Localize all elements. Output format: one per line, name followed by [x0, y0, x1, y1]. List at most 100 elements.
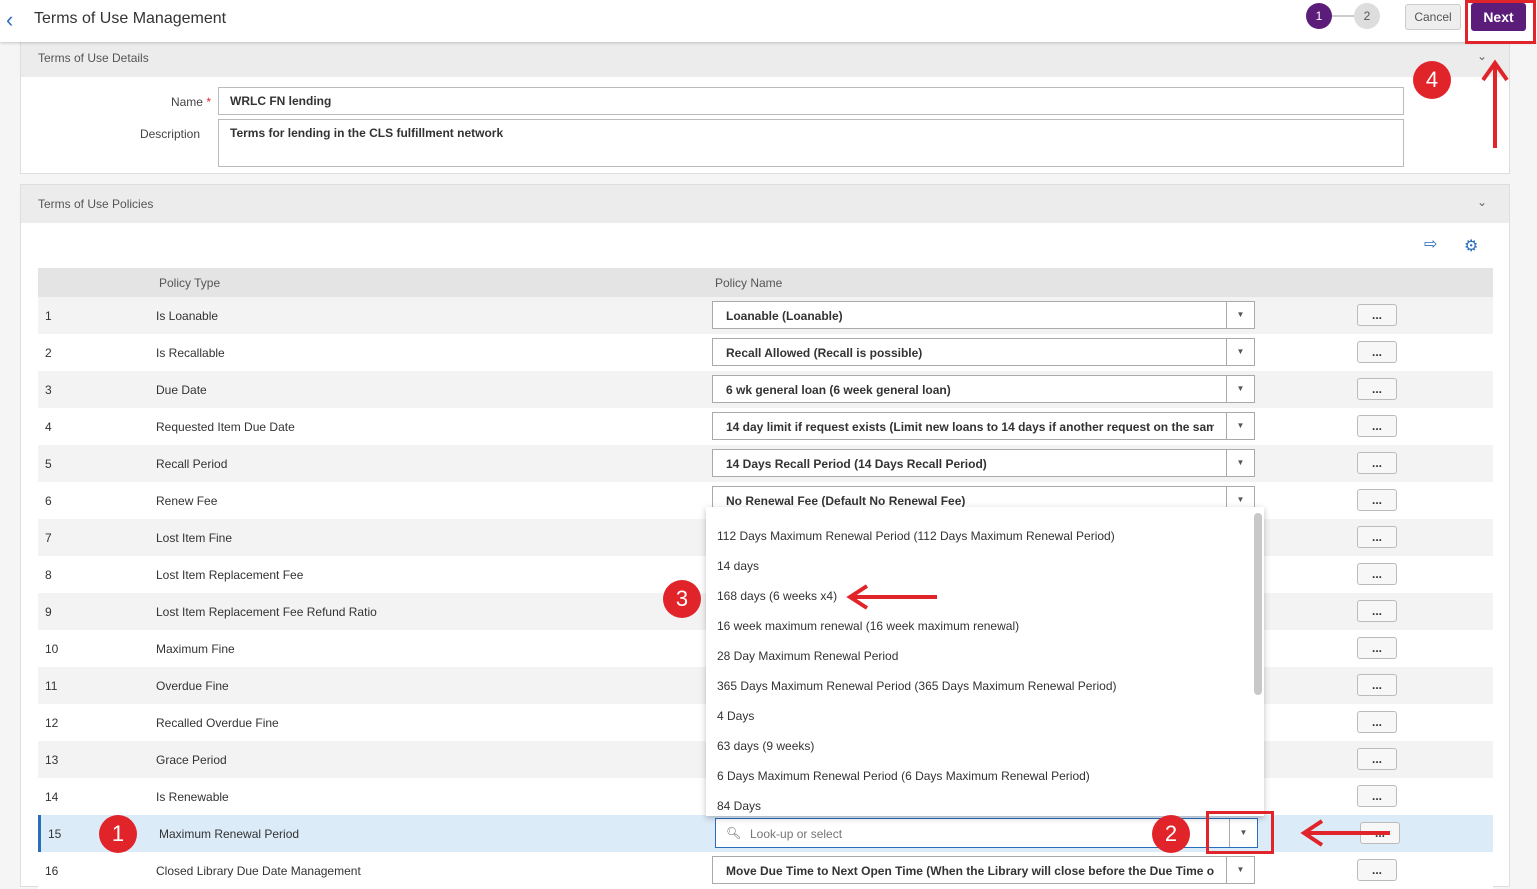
more-actions-button[interactable]: ... — [1357, 563, 1397, 585]
annotation-badge-2: 2 — [1152, 815, 1190, 853]
annotation-arrow-left-icon — [1300, 819, 1390, 847]
row-number: 2 — [45, 346, 52, 360]
step-1-indicator[interactable]: 1 — [1306, 3, 1332, 29]
description-label: Description — [139, 127, 200, 141]
table-row: 2 Is Recallable Recall Allowed (Recall i… — [38, 334, 1493, 371]
row-number: 7 — [45, 531, 52, 545]
dropdown-option[interactable]: 28 Day Maximum Renewal Period — [717, 649, 898, 663]
caret-down-icon[interactable]: ▼ — [1226, 413, 1254, 439]
name-label: Name * — [170, 95, 211, 109]
row-number: 12 — [45, 716, 59, 730]
policies-table-header: Policy Type Policy Name — [38, 268, 1493, 297]
policy-type: Closed Library Due Date Management — [156, 864, 361, 878]
details-panel-header[interactable]: Terms of Use Details ⌄ — [21, 39, 1509, 77]
policy-name-select[interactable]: Recall Allowed (Recall is possible) ▼ — [712, 338, 1255, 366]
row-number: 16 — [45, 864, 59, 878]
policy-name-value: No Renewal Fee (Default No Renewal Fee) — [726, 494, 966, 508]
more-actions-button[interactable]: ... — [1357, 748, 1397, 770]
dropdown-option[interactable]: 6 Days Maximum Renewal Period (6 Days Ma… — [717, 769, 1090, 783]
highlight-box-caret — [1206, 811, 1274, 854]
policy-name-value: 6 wk general loan (6 week general loan) — [726, 383, 951, 397]
gear-icon[interactable]: ⚙ — [1464, 236, 1478, 256]
more-actions-button[interactable]: ... — [1357, 637, 1397, 659]
annotation-badge-4: 4 — [1413, 61, 1451, 99]
table-row: 1 Is Loanable Loanable (Loanable) ▼ ... — [38, 297, 1493, 334]
dropdown-scrollbar[interactable] — [1254, 513, 1262, 695]
dropdown-option[interactable]: 63 days (9 weeks) — [717, 739, 814, 753]
caret-down-icon[interactable]: ▼ — [1226, 339, 1254, 365]
policy-name-select[interactable]: Move Due Time to Next Open Time (When th… — [712, 856, 1255, 884]
policy-name-select[interactable]: 14 Days Recall Period (14 Days Recall Pe… — [712, 449, 1255, 477]
policies-panel-header[interactable]: Terms of Use Policies ⌄ — [21, 185, 1509, 223]
row-number: 14 — [45, 790, 59, 804]
caret-down-icon[interactable]: ▼ — [1226, 376, 1254, 402]
table-row: 16 Closed Library Due Date Management Mo… — [38, 852, 1493, 889]
row-number: 9 — [45, 605, 52, 619]
wizard-stepper: 1 2 — [1306, 3, 1380, 29]
col-policy-name: Policy Name — [715, 276, 783, 290]
caret-down-icon[interactable]: ▼ — [1226, 450, 1254, 476]
more-actions-button[interactable]: ... — [1357, 378, 1397, 400]
highlight-box-next — [1465, 0, 1536, 44]
row-number: 11 — [45, 679, 58, 693]
row-number: 8 — [45, 568, 52, 582]
cancel-button[interactable]: Cancel — [1405, 4, 1461, 30]
row-number: 13 — [45, 753, 59, 767]
dropdown-option[interactable]: 112 Days Maximum Renewal Period (112 Day… — [717, 529, 1115, 543]
annotation-arrow-up-icon — [1481, 59, 1509, 148]
page-title: Terms of Use Management — [34, 10, 227, 27]
more-actions-button[interactable]: ... — [1357, 600, 1397, 622]
more-actions-button[interactable]: ... — [1357, 415, 1397, 437]
policy-name-select[interactable]: Loanable (Loanable) ▼ — [712, 301, 1255, 329]
caret-down-icon[interactable]: ▼ — [1226, 302, 1254, 328]
more-actions-button[interactable]: ... — [1357, 785, 1397, 807]
policy-type: Renew Fee — [156, 494, 218, 508]
more-actions-button[interactable]: ... — [1357, 711, 1397, 733]
header-bar: ‹ Terms of Use Management 1 2 Cancel Nex… — [0, 0, 1537, 42]
dropdown-option[interactable]: 365 Days Maximum Renewal Period (365 Day… — [717, 679, 1117, 693]
back-arrow-icon[interactable]: ‹ — [6, 8, 26, 32]
policy-lookup-input[interactable] — [748, 824, 1188, 844]
policy-name-select[interactable]: 14 day limit if request exists (Limit ne… — [712, 412, 1255, 440]
export-icon[interactable]: ⇨ — [1424, 234, 1437, 254]
row-number: 4 — [45, 420, 52, 434]
row-number: 3 — [45, 383, 52, 397]
col-policy-type: Policy Type — [159, 276, 221, 290]
description-field[interactable]: Terms for lending in the CLS fulfillment… — [218, 119, 1404, 167]
more-actions-button[interactable]: ... — [1357, 489, 1397, 511]
table-row: 5 Recall Period 14 Days Recall Period (1… — [38, 445, 1493, 482]
policy-type: Lost Item Replacement Fee Refund Ratio — [156, 605, 377, 619]
policy-name-select[interactable]: 6 wk general loan (6 week general loan) ▼ — [712, 375, 1255, 403]
annotation-arrow-left-icon — [846, 584, 937, 610]
more-actions-button[interactable]: ... — [1357, 452, 1397, 474]
policy-type: Lost Item Fine — [156, 531, 233, 545]
more-actions-button[interactable]: ... — [1357, 674, 1397, 696]
more-actions-button[interactable]: ... — [1357, 341, 1397, 363]
caret-down-icon[interactable]: ▼ — [1226, 857, 1254, 883]
stepper-connector — [1332, 15, 1354, 17]
table-row: 3 Due Date 6 wk general loan (6 week gen… — [38, 371, 1493, 408]
policy-type: Overdue Fine — [156, 679, 229, 693]
details-section-title: Terms of Use Details — [38, 51, 149, 65]
dropdown-option[interactable]: 4 Days — [717, 709, 754, 723]
row-number: 1 — [45, 309, 52, 323]
name-field[interactable]: WRLC FN lending — [218, 87, 1404, 115]
row-number: 15 — [48, 827, 62, 841]
annotation-badge-1: 1 — [99, 815, 137, 853]
row-number: 6 — [45, 494, 52, 508]
more-actions-button[interactable]: ... — [1357, 304, 1397, 326]
policy-type: Maximum Fine — [156, 642, 235, 656]
more-actions-button[interactable]: ... — [1357, 859, 1397, 881]
dropdown-option[interactable]: 168 days (6 weeks x4) — [717, 589, 837, 603]
policy-name-value: Recall Allowed (Recall is possible) — [726, 346, 923, 360]
policy-type: Lost Item Replacement Fee — [156, 568, 304, 582]
policy-name-value: 14 day limit if request exists (Limit ne… — [726, 420, 1214, 434]
dropdown-option[interactable]: 16 week maximum renewal (16 week maximum… — [717, 619, 1019, 633]
collapse-chevron-icon[interactable]: ⌄ — [1477, 195, 1487, 209]
more-actions-button[interactable]: ... — [1357, 526, 1397, 548]
dropdown-option[interactable]: 84 Days — [717, 799, 761, 813]
table-row: 4 Requested Item Due Date 14 day limit i… — [38, 408, 1493, 445]
policy-type: Requested Item Due Date — [156, 420, 295, 434]
step-2-indicator[interactable]: 2 — [1354, 3, 1380, 29]
dropdown-option[interactable]: 14 days — [717, 559, 759, 573]
